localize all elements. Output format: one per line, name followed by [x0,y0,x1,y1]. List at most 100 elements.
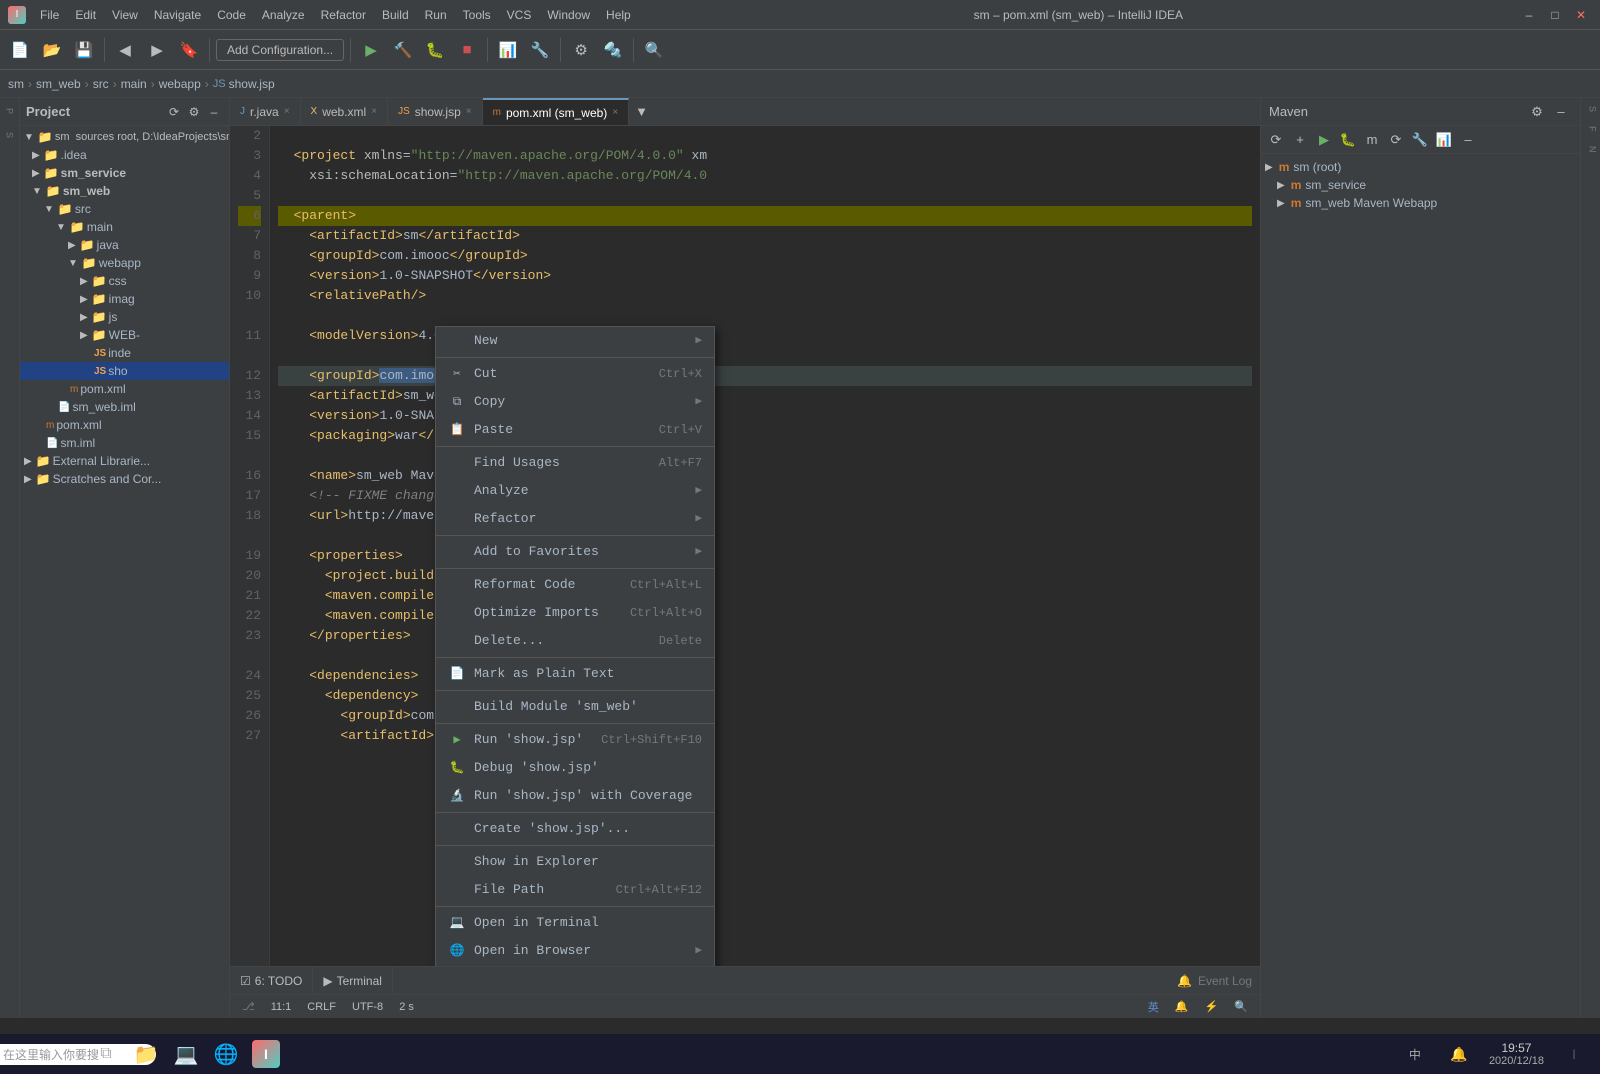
side-icon-notifications[interactable]: N [1582,142,1600,157]
bc-src[interactable]: src [93,77,109,91]
search-button[interactable]: 🔍 在这里输入你要搜 [48,1036,84,1072]
taskbar-lang-indicator[interactable]: 中 [1397,1036,1433,1072]
maven-deps-button[interactable]: 📊 [1433,129,1455,151]
ctx-run-coverage[interactable]: 🔬 Run 'show.jsp' with Coverage [436,782,714,810]
bc-webapp[interactable]: webapp [159,77,201,91]
ctx-optimize[interactable]: Optimize Imports Ctrl+Alt+O [436,599,714,627]
ctx-show-explorer[interactable]: Show in Explorer [436,848,714,876]
menu-edit[interactable]: Edit [67,6,104,24]
tree-item-main[interactable]: ▼ 📁 main [20,218,229,236]
tree-item-sm-web-iml[interactable]: 📄 sm_web.iml [20,398,229,416]
ctx-find-usages[interactable]: Find Usages Alt+F7 [436,449,714,477]
ctx-delete[interactable]: Delete... Delete [436,627,714,655]
menu-view[interactable]: View [104,6,146,24]
maven-refresh-button[interactable]: ⟳ [1265,129,1287,151]
open-button[interactable]: 📂 [38,36,66,64]
taskbar-idea[interactable]: I [248,1036,284,1072]
tree-item-web-inf[interactable]: ▶ 📁 WEB- [20,326,229,344]
debug-button[interactable]: 🐛 [421,36,449,64]
tree-item-css[interactable]: ▶ 📁 css [20,272,229,290]
menu-window[interactable]: Window [539,6,598,24]
profile-button[interactable]: 🔧 [526,36,554,64]
tree-item-scratches[interactable]: ▶ 📁 Scratches and Cor... [20,470,229,488]
maven-plugins-button[interactable]: 🔧 [1409,129,1431,151]
code-content[interactable]: <project xmlns="http://maven.apache.org/… [270,126,1260,966]
taskbar-chrome[interactable]: 🌐 [208,1036,244,1072]
run-button[interactable]: ▶ [357,36,385,64]
menu-vcs[interactable]: VCS [499,6,540,24]
bc-show-jsp[interactable]: JS show.jsp [213,77,275,91]
bottom-tab-terminal[interactable]: ▶ Terminal [313,967,393,994]
tree-item-imag[interactable]: ▶ 📁 imag [20,290,229,308]
side-icon-structure[interactable]: S [1582,102,1600,116]
status-line-col[interactable]: 11:1 [267,1001,296,1013]
project-settings-icon[interactable]: ⚙ [185,103,203,121]
status-crlf[interactable]: CRLF [303,1001,340,1013]
ctx-analyze[interactable]: Analyze ▶ [436,477,714,505]
git-icon[interactable]: ⎇ [238,1000,259,1013]
structure-icon[interactable]: S [1,126,19,144]
tree-item-sm-web[interactable]: ▼ 📁 sm_web [20,182,229,200]
bottom-tab-todo[interactable]: ☑ 6: TODO [230,967,313,994]
task-view-button[interactable]: ⧉ [88,1036,124,1072]
tree-item-sm-root[interactable]: ▼ 📁 sm sources root, D:\IdeaProjects\sm [20,128,229,146]
stop-button[interactable]: ■ [453,36,481,64]
project-icon[interactable]: P [1,102,19,120]
forward-button[interactable]: ▶ [143,36,171,64]
bc-main[interactable]: main [121,77,147,91]
status-indent[interactable]: 2 s [395,1001,418,1013]
maven-debug-button[interactable]: 🐛 [1337,129,1359,151]
ctx-paste[interactable]: 📋 Paste Ctrl+V [436,416,714,444]
maven-add-button[interactable]: + [1289,129,1311,151]
close-button[interactable]: ✕ [1570,4,1592,26]
maven-minimize-button[interactable]: – [1550,101,1572,123]
tab-web-xml[interactable]: X web.xml × [301,98,389,125]
back-button[interactable]: ◀ [111,36,139,64]
tree-item-sm-service[interactable]: ▶ 📁 sm_service [20,164,229,182]
status-lang[interactable]: 英 [1144,999,1163,1015]
status-misc-1[interactable]: 🔔 [1171,1000,1193,1013]
tree-item-pom-xml-web[interactable]: m pom.xml [20,380,229,398]
ctx-add-favorites[interactable]: Add to Favorites ▶ [436,538,714,566]
tab-close-show-jsp[interactable]: × [466,106,472,117]
new-file-button[interactable]: 📄 [6,36,34,64]
tree-item-index-jsp[interactable]: JS inde [20,344,229,362]
menu-tools[interactable]: Tools [455,6,499,24]
tree-item-idea[interactable]: ▶ 📁 .idea [20,146,229,164]
tree-item-js[interactable]: ▶ 📁 js [20,308,229,326]
tree-item-show-jsp[interactable]: JS sho [20,362,229,380]
ctx-mark-plain[interactable]: 📄 Mark as Plain Text [436,660,714,688]
taskbar-explorer[interactable]: 📁 [128,1036,164,1072]
build-button[interactable]: 🔨 [389,36,417,64]
menu-build[interactable]: Build [374,6,417,24]
maven-lifecycle-button[interactable]: ⟳ [1385,129,1407,151]
ctx-open-browser[interactable]: 🌐 Open in Browser ▶ [436,937,714,965]
ctx-cut[interactable]: ✂ Cut Ctrl+X [436,360,714,388]
tab-r-java[interactable]: J r.java × [230,98,301,125]
tree-item-java[interactable]: ▶ 📁 java [20,236,229,254]
save-button[interactable]: 💾 [70,36,98,64]
tab-pom-xml[interactable]: m pom.xml (sm_web) × [483,98,630,125]
menu-analyze[interactable]: Analyze [254,6,313,24]
maven-toggle-button[interactable]: m [1361,129,1383,151]
menu-code[interactable]: Code [209,6,254,24]
tree-item-external-libs[interactable]: ▶ 📁 External Librarie... [20,452,229,470]
menu-file[interactable]: File [32,6,67,24]
ctx-copy[interactable]: ⧉ Copy ▶ [436,388,714,416]
bc-sm-web[interactable]: sm_web [36,77,81,91]
tree-item-sm-iml[interactable]: 📄 sm.iml [20,434,229,452]
status-misc-2[interactable]: ⚡ [1201,1000,1223,1013]
ctx-create-show[interactable]: Create 'show.jsp'... [436,815,714,843]
ctx-run-show[interactable]: ▶ Run 'show.jsp' Ctrl+Shift+F10 [436,726,714,754]
tree-item-webapp[interactable]: ▼ 📁 webapp [20,254,229,272]
menu-run[interactable]: Run [417,6,455,24]
ctx-debug-show[interactable]: 🐛 Debug 'show.jsp' [436,754,714,782]
ctx-refactor[interactable]: Refactor ▶ [436,505,714,533]
maven-run-button[interactable]: ▶ [1313,129,1335,151]
menu-navigate[interactable]: Navigate [146,6,209,24]
external-tools-button[interactable]: 🔩 [599,36,627,64]
maven-item-sm-root[interactable]: ▶ m sm (root) [1261,158,1580,176]
status-inspect[interactable]: 🔍 [1230,1000,1252,1013]
project-minimize-icon[interactable]: – [205,103,223,121]
add-configuration-button[interactable]: Add Configuration... [216,39,344,61]
